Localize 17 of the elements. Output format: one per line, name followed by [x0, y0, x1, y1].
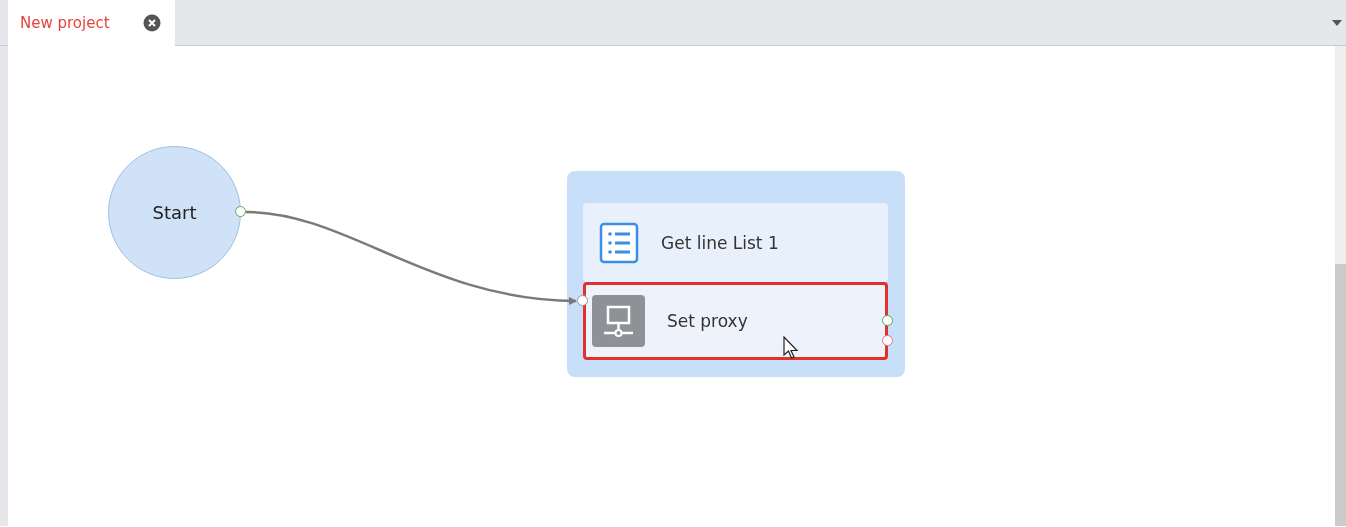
action-group[interactable]: Get line List 1 Set proxy — [567, 171, 905, 377]
scrollbar-thumb[interactable] — [1335, 264, 1346, 526]
node-label: Start — [152, 202, 197, 223]
close-icon[interactable] — [143, 14, 161, 32]
tab[interactable]: New project — [8, 0, 175, 46]
scrollbar[interactable] — [1335, 46, 1346, 526]
monitor-network-icon — [592, 295, 645, 347]
output-port[interactable] — [882, 315, 893, 326]
dropdown-caret-icon[interactable] — [1332, 20, 1342, 26]
cursor-icon — [783, 336, 799, 360]
list-icon — [599, 221, 639, 264]
error-port[interactable] — [882, 335, 893, 346]
input-port[interactable] — [577, 295, 588, 306]
start-node[interactable]: Start — [108, 146, 241, 279]
output-port[interactable] — [235, 206, 246, 217]
action-block[interactable]: Get line List 1 — [583, 203, 888, 282]
action-block[interactable]: Set proxy — [583, 282, 888, 360]
